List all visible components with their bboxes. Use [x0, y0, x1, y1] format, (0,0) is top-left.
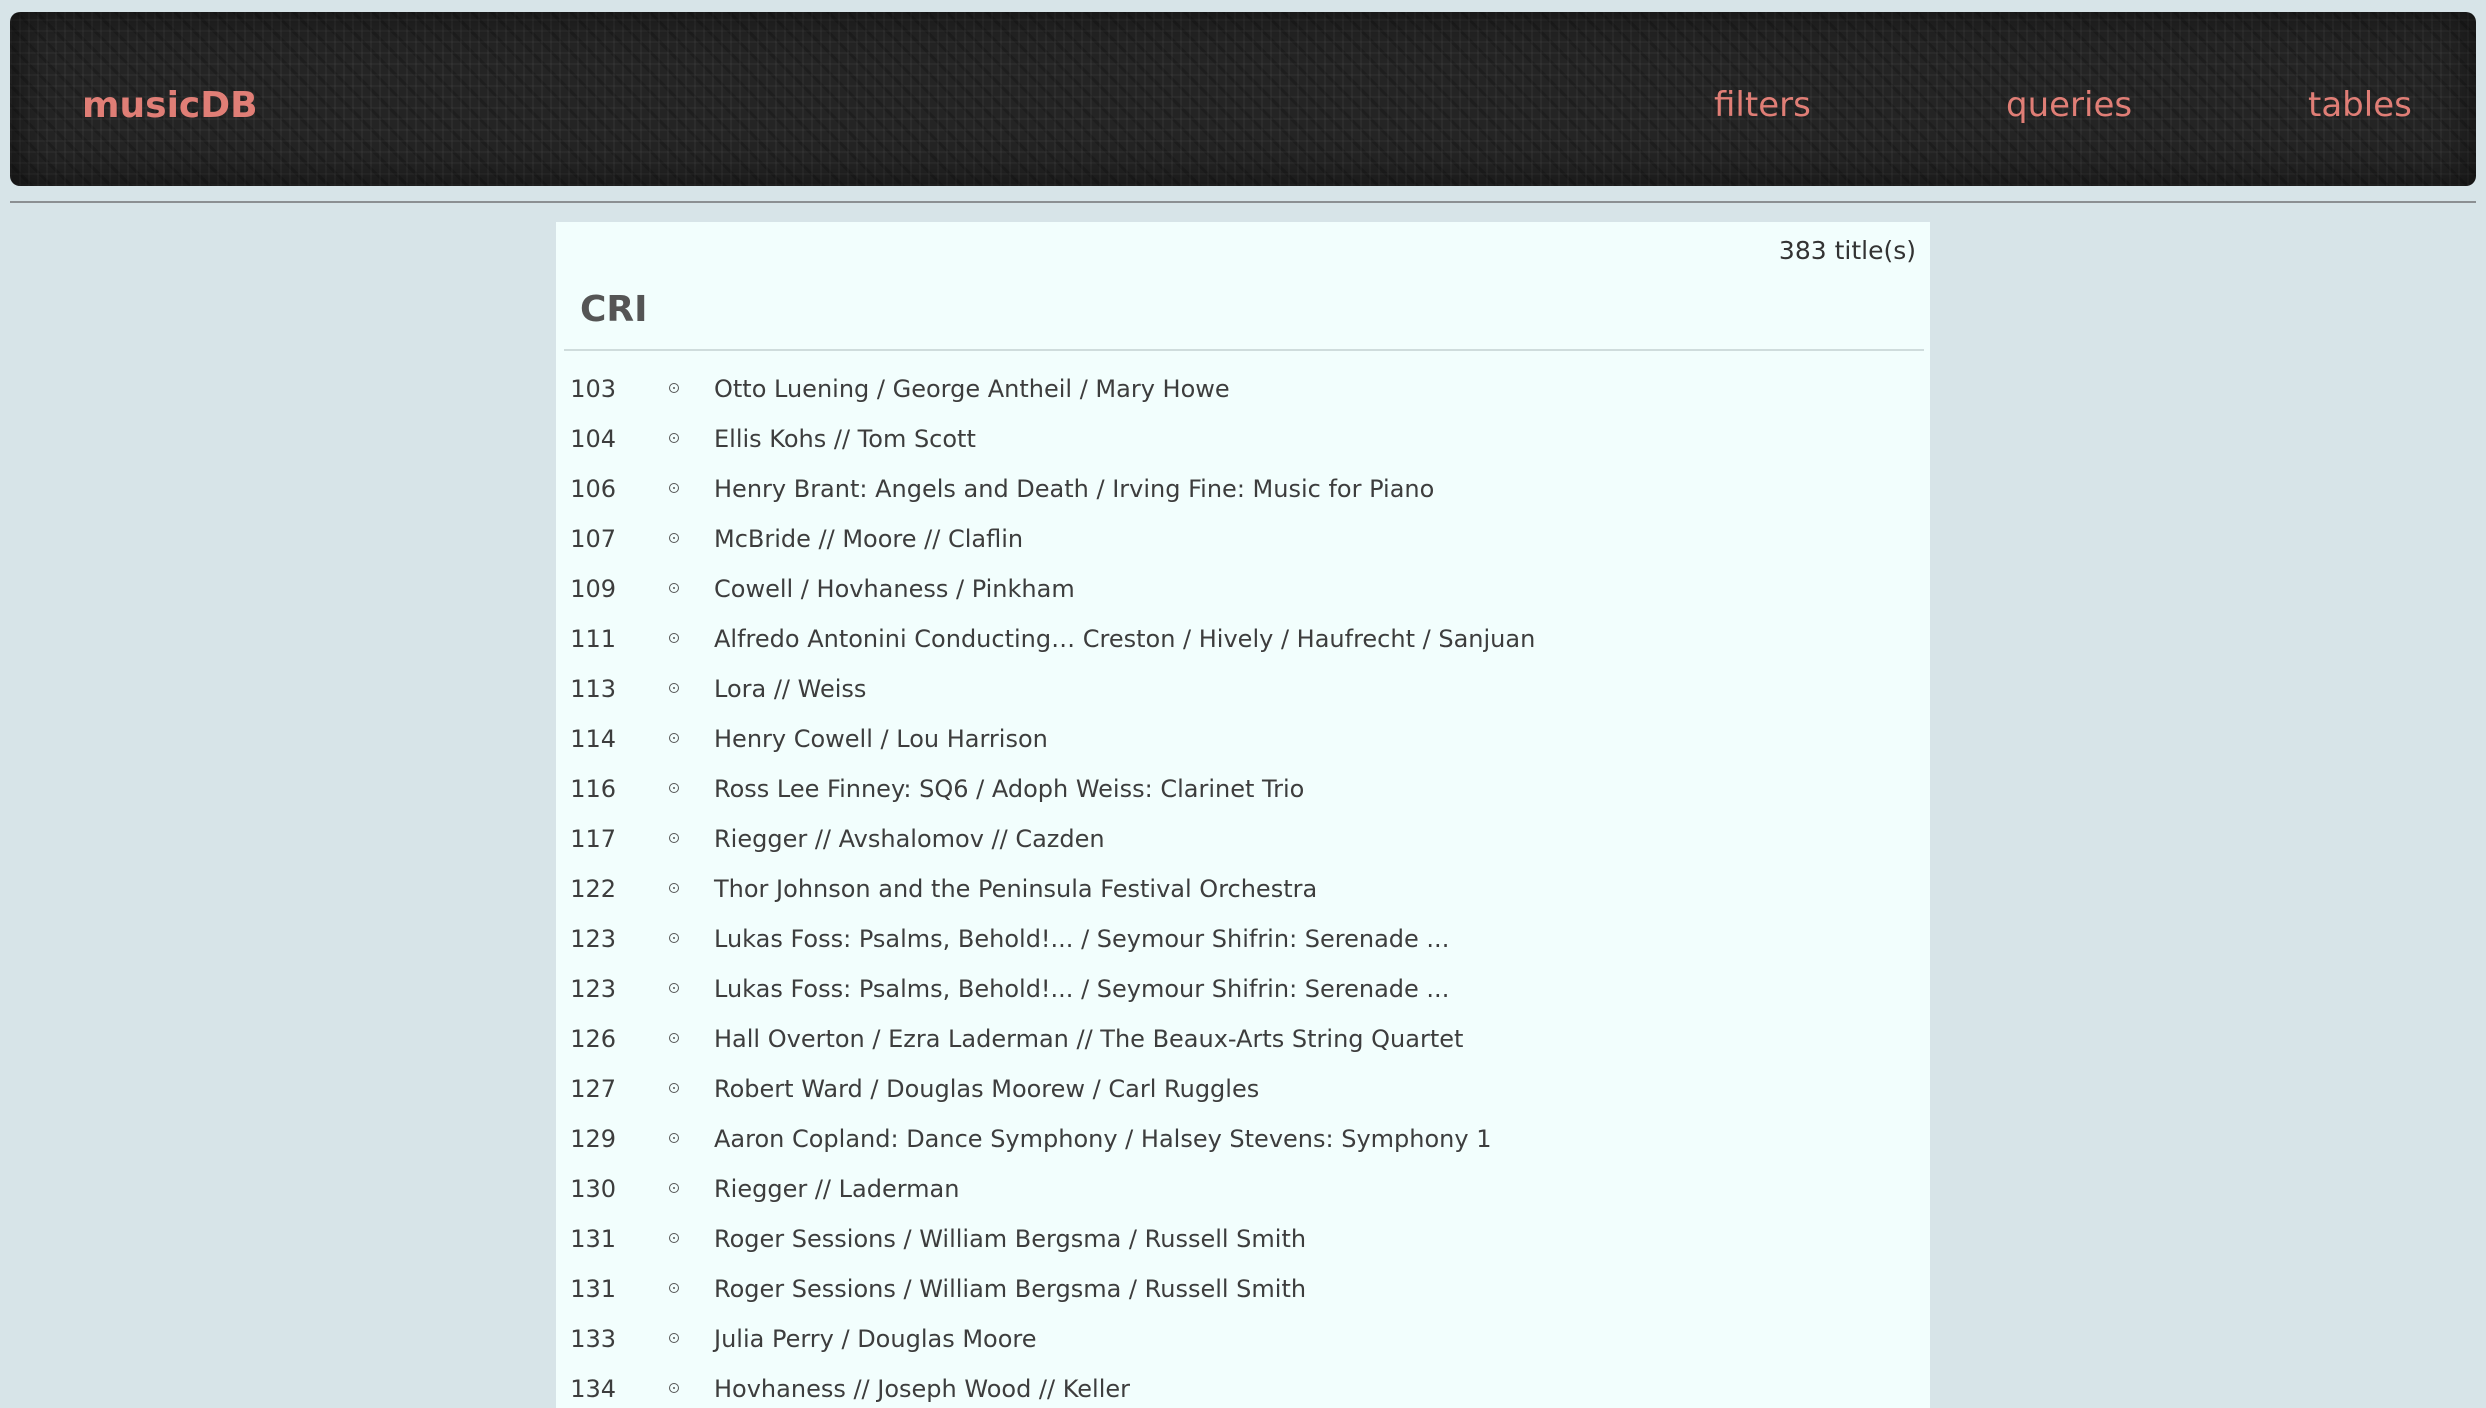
item-title-link[interactable]: Ross Lee Finney: SQ6 / Adoph Weiss: Clar… [714, 775, 1304, 803]
item-number: 127 [570, 1075, 616, 1103]
item-title-link[interactable]: Hovhaness // Joseph Wood // Keller [714, 1375, 1130, 1403]
item-number: 130 [570, 1175, 616, 1203]
item-number: 123 [570, 975, 616, 1003]
item-number: 114 [570, 725, 616, 753]
item-number: 104 [570, 425, 616, 453]
item-number: 126 [570, 1025, 616, 1053]
record-icon [669, 483, 679, 493]
title-count: 383 title(s) [1778, 236, 1916, 265]
header-divider [10, 201, 2476, 203]
record-icon [669, 833, 679, 843]
record-icon [669, 1133, 679, 1143]
item-title-link[interactable]: Henry Brant: Angels and Death / Irving F… [714, 475, 1434, 503]
record-icon [669, 883, 679, 893]
item-title-link[interactable]: Riegger // Avshalomov // Cazden [714, 825, 1105, 853]
list-item[interactable]: 104 Ellis Kohs // Tom Scott [556, 414, 1930, 464]
list-item[interactable]: 134 Hovhaness // Joseph Wood // Keller [556, 1364, 1930, 1408]
list-item[interactable]: 130 Riegger // Laderman [556, 1164, 1930, 1214]
brand-link[interactable]: musicDB [82, 88, 258, 124]
record-icon [669, 983, 679, 993]
item-title-link[interactable]: Lora // Weiss [714, 675, 866, 703]
record-icon [669, 533, 679, 543]
item-number: 131 [570, 1275, 616, 1303]
list-item[interactable]: 113 Lora // Weiss [556, 664, 1930, 714]
record-icon [669, 1383, 679, 1393]
list-item[interactable]: 116 Ross Lee Finney: SQ6 / Adoph Weiss: C… [556, 764, 1930, 814]
nav-filters-link[interactable]: filters [1714, 88, 1811, 122]
item-title-link[interactable]: Julia Perry / Douglas Moore [714, 1325, 1037, 1353]
header-bar: musicDB filters queries tables [10, 12, 2476, 186]
item-number: 123 [570, 925, 616, 953]
results-panel: 383 title(s) CRI 103 Otto Luening / Georg… [556, 222, 1930, 1408]
item-title-link[interactable]: Robert Ward / Douglas Moorew / Carl Rugg… [714, 1075, 1259, 1103]
group-title: CRI [580, 289, 648, 330]
item-number: 134 [570, 1375, 616, 1403]
item-number: 131 [570, 1225, 616, 1253]
list-item[interactable]: 131 Roger Sessions / William Bergsma / Ru… [556, 1264, 1930, 1314]
item-title-link[interactable]: Lukas Foss: Psalms, Behold!... / Seymour… [714, 975, 1449, 1003]
item-title-link[interactable]: Lukas Foss: Psalms, Behold!... / Seymour… [714, 925, 1449, 953]
record-icon [669, 1233, 679, 1243]
group-divider [564, 349, 1924, 351]
item-number: 111 [570, 625, 616, 653]
record-icon [669, 433, 679, 443]
record-icon [669, 933, 679, 943]
list-item[interactable]: 107 McBride // Moore // Claflin [556, 514, 1930, 564]
list-item[interactable]: 129 Aaron Copland: Dance Symphony / Halse… [556, 1114, 1930, 1164]
record-icon [669, 1283, 679, 1293]
item-number: 133 [570, 1325, 616, 1353]
item-title-link[interactable]: Ellis Kohs // Tom Scott [714, 425, 976, 453]
record-icon [669, 1333, 679, 1343]
item-title-link[interactable]: McBride // Moore // Claflin [714, 525, 1023, 553]
record-icon [669, 1083, 679, 1093]
item-title-link[interactable]: Aaron Copland: Dance Symphony / Halsey S… [714, 1125, 1491, 1153]
item-title-link[interactable]: Henry Cowell / Lou Harrison [714, 725, 1048, 753]
list-item[interactable]: 133 Julia Perry / Douglas Moore [556, 1314, 1930, 1364]
item-number: 109 [570, 575, 616, 603]
list-item[interactable]: 127 Robert Ward / Douglas Moorew / Carl R… [556, 1064, 1930, 1114]
list-item[interactable]: 103 Otto Luening / George Antheil / Mary … [556, 364, 1930, 414]
list-item[interactable]: 123 Lukas Foss: Psalms, Behold!... / Seym… [556, 914, 1930, 964]
item-title-link[interactable]: Roger Sessions / William Bergsma / Russe… [714, 1225, 1306, 1253]
record-icon [669, 1183, 679, 1193]
item-number: 113 [570, 675, 616, 703]
list-item[interactable]: 122 Thor Johnson and the Peninsula Festiv… [556, 864, 1930, 914]
record-icon [669, 583, 679, 593]
list-item[interactable]: 126 Hall Overton / Ezra Laderman // The B… [556, 1014, 1930, 1064]
record-icon [669, 1033, 679, 1043]
list-item[interactable]: 111 Alfredo Antonini Conducting… Creston … [556, 614, 1930, 664]
item-number: 129 [570, 1125, 616, 1153]
nav-tables-link[interactable]: tables [2308, 88, 2412, 122]
item-title-link[interactable]: Alfredo Antonini Conducting… Creston / H… [714, 625, 1535, 653]
item-number: 103 [570, 375, 616, 403]
item-title-link[interactable]: Riegger // Laderman [714, 1175, 959, 1203]
list-item[interactable]: 106 Henry Brant: Angels and Death / Irvin… [556, 464, 1930, 514]
list-item[interactable]: 114 Henry Cowell / Lou Harrison [556, 714, 1930, 764]
list-item[interactable]: 109 Cowell / Hovhaness / Pinkham [556, 564, 1930, 614]
record-icon [669, 783, 679, 793]
title-list: 103 Otto Luening / George Antheil / Mary … [556, 364, 1930, 1408]
item-title-link[interactable]: Thor Johnson and the Peninsula Festival … [714, 875, 1317, 903]
list-item[interactable]: 131 Roger Sessions / William Bergsma / Ru… [556, 1214, 1930, 1264]
item-number: 106 [570, 475, 616, 503]
list-item[interactable]: 117 Riegger // Avshalomov // Cazden [556, 814, 1930, 864]
item-number: 107 [570, 525, 616, 553]
item-title-link[interactable]: Cowell / Hovhaness / Pinkham [714, 575, 1075, 603]
record-icon [669, 683, 679, 693]
record-icon [669, 733, 679, 743]
record-icon [669, 383, 679, 393]
item-title-link[interactable]: Otto Luening / George Antheil / Mary How… [714, 375, 1230, 403]
nav-queries-link[interactable]: queries [2006, 88, 2132, 122]
item-number: 122 [570, 875, 616, 903]
item-number: 116 [570, 775, 616, 803]
item-number: 117 [570, 825, 616, 853]
item-title-link[interactable]: Roger Sessions / William Bergsma / Russe… [714, 1275, 1306, 1303]
list-item[interactable]: 123 Lukas Foss: Psalms, Behold!... / Seym… [556, 964, 1930, 1014]
item-title-link[interactable]: Hall Overton / Ezra Laderman // The Beau… [714, 1025, 1463, 1053]
record-icon [669, 633, 679, 643]
